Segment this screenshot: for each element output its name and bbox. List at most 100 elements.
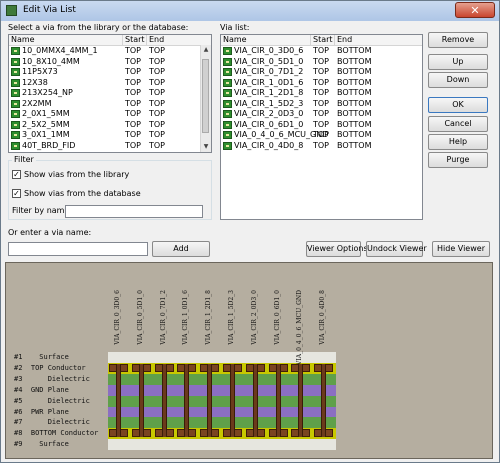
- library-list-header: Name Start End: [9, 35, 211, 46]
- via-list-header: Name Start End: [221, 35, 422, 46]
- via-barrel[interactable]: [275, 363, 281, 438]
- via-barrel[interactable]: [138, 363, 144, 438]
- column-start[interactable]: Start: [311, 35, 335, 45]
- via-column-label: VIA_CIR_0_3D0_6: [114, 290, 121, 345]
- layer-label: #5 Dielectric: [14, 396, 90, 405]
- via-name: VIA_CIR_0_3D0_6: [234, 46, 304, 55]
- show-database-label: Show vias from the database: [24, 189, 141, 198]
- remove-button[interactable]: Remove: [428, 32, 488, 48]
- via-column-label: VIA_CIR_1_2D1_8: [205, 290, 213, 345]
- via-end: BOTTOM: [337, 109, 372, 118]
- via-column-label: VIA_CIR_2_0D3_0: [250, 290, 258, 345]
- via-end: TOP: [149, 77, 166, 87]
- via-barrel[interactable]: [298, 363, 304, 438]
- via-name: 2_0X1_5MM: [22, 109, 70, 118]
- via-barrel[interactable]: [184, 363, 190, 438]
- via-barrel[interactable]: [321, 363, 327, 438]
- library-list[interactable]: Name Start End ▲ ▼ 10_0MMX4_4MM_1 TOP TOP 1…: [8, 34, 212, 153]
- list-item[interactable]: VIA_CIR_1_0D1_6 TOP BOTTOM: [221, 78, 422, 88]
- add-button[interactable]: Add: [152, 241, 210, 257]
- via-list-label: Via list:: [220, 23, 250, 32]
- via-name: 10_0MMX4_4MM_1: [22, 46, 98, 55]
- list-item[interactable]: 213X254_NP TOP TOP: [9, 88, 211, 98]
- via-name-input[interactable]: [8, 242, 148, 256]
- via-start: TOP: [313, 67, 330, 76]
- via-chip-icon: [223, 110, 232, 118]
- via-name: VIA_CIR_1_2D1_8: [234, 88, 304, 97]
- list-item[interactable]: VIA_CIR_0_3D0_6 TOP BOTTOM: [221, 46, 422, 56]
- show-library-checkbox[interactable]: ✓: [12, 170, 21, 179]
- library-label: Select a via from the library or the dat…: [8, 23, 189, 32]
- via-name: 3_0X1_1MM: [22, 130, 70, 139]
- down-button[interactable]: Down: [428, 72, 488, 88]
- via-chip-icon: [223, 68, 232, 76]
- via-barrel[interactable]: [252, 363, 258, 438]
- via-chip-icon: [11, 57, 20, 66]
- list-item[interactable]: 10_0MMX4_4MM_1 TOP TOP: [9, 46, 211, 56]
- via-chip-icon: [11, 78, 20, 87]
- app-icon: [6, 5, 17, 16]
- viewer-options-button[interactable]: Viewer Options: [306, 241, 368, 257]
- up-button[interactable]: Up: [428, 54, 488, 70]
- help-button[interactable]: Help: [428, 134, 488, 150]
- via-column-label: VIA_CIR_0_6D1_0: [273, 290, 281, 345]
- via-end: TOP: [149, 119, 166, 129]
- via-barrel[interactable]: [230, 363, 235, 438]
- via-barrel[interactable]: [207, 363, 213, 438]
- list-item[interactable]: VIA_CIR_1_2D1_8 TOP BOTTOM: [221, 88, 422, 98]
- via-name: 213X254_NP: [22, 88, 73, 97]
- list-item[interactable]: VIA_CIR_0_4D0_8 TOP BOTTOM: [221, 141, 422, 151]
- layer-label: #6 PWR Plane: [14, 407, 69, 416]
- via-list[interactable]: Name Start End VIA_CIR_0_3D0_6 TOP BOTTOM V…: [220, 34, 423, 220]
- via-chip-icon: [223, 57, 232, 66]
- list-item[interactable]: VIA_CIR_2_0D3_0 TOP BOTTOM: [221, 109, 422, 119]
- via-start: TOP: [125, 130, 142, 139]
- via-end: BOTTOM: [337, 119, 372, 129]
- list-item[interactable]: 2_0X1_5MM TOP TOP: [9, 109, 211, 119]
- purge-button[interactable]: Purge: [428, 152, 488, 168]
- close-button[interactable]: ✕: [455, 2, 495, 18]
- undock-viewer-button[interactable]: Undock Viewer: [366, 241, 427, 257]
- via-end: BOTTOM: [337, 140, 372, 150]
- list-item[interactable]: 3_0X1_1MM TOP TOP: [9, 130, 211, 140]
- list-item[interactable]: VIA_CIR_0_7D1_2 TOP BOTTOM: [221, 67, 422, 77]
- via-end: TOP: [149, 98, 166, 108]
- list-item[interactable]: VIA_0_4_0_6_MCU_GND TOP BOTTOM: [221, 130, 422, 140]
- column-start[interactable]: Start: [123, 35, 147, 45]
- via-chip-icon: [223, 120, 232, 129]
- via-start: TOP: [125, 140, 142, 150]
- ok-button[interactable]: OK: [428, 97, 488, 113]
- via-end: TOP: [149, 46, 166, 55]
- via-end: TOP: [149, 130, 166, 139]
- list-item[interactable]: 11P5X73 TOP TOP: [9, 67, 211, 77]
- show-database-checkbox[interactable]: ✓: [12, 189, 21, 198]
- via-start: TOP: [313, 130, 330, 139]
- via-name: VIA_CIR_1_5D2_3: [234, 98, 304, 108]
- cancel-button[interactable]: Cancel: [428, 116, 488, 132]
- column-name[interactable]: Name: [221, 35, 311, 45]
- via-chip-icon: [11, 89, 20, 97]
- column-name[interactable]: Name: [9, 35, 123, 45]
- via-end: BOTTOM: [337, 46, 372, 55]
- list-item[interactable]: 2_5X2_5MM TOP TOP: [9, 120, 211, 130]
- layer-label: #9 Surface: [14, 440, 69, 449]
- list-item[interactable]: 12X38 TOP TOP: [9, 78, 211, 88]
- hide-viewer-button[interactable]: Hide Viewer: [432, 241, 490, 257]
- column-end[interactable]: End: [147, 35, 203, 45]
- list-item[interactable]: 2X2MM TOP TOP: [9, 99, 211, 109]
- list-item[interactable]: 40T_BRD_FID TOP TOP: [9, 141, 211, 151]
- via-start: TOP: [125, 119, 142, 129]
- via-column-label: VIA_CIR_0_7D1_2: [159, 290, 167, 345]
- via-barrel[interactable]: [161, 363, 167, 438]
- filter-by-name-input[interactable]: [65, 205, 203, 218]
- via-barrel[interactable]: [116, 363, 121, 438]
- show-library-label: Show vias from the library: [24, 170, 130, 179]
- via-chip-icon: [11, 120, 20, 129]
- list-item[interactable]: VIA_CIR_0_6D1_0 TOP BOTTOM: [221, 120, 422, 130]
- list-item[interactable]: 10_8X10_4MM TOP TOP: [9, 57, 211, 67]
- list-item[interactable]: VIA_CIR_1_5D2_3 TOP BOTTOM: [221, 99, 422, 109]
- via-end: BOTTOM: [337, 88, 372, 97]
- via-end: BOTTOM: [337, 67, 372, 76]
- list-item[interactable]: VIA_CIR_0_5D1_0 TOP BOTTOM: [221, 57, 422, 67]
- column-end[interactable]: End: [335, 35, 422, 45]
